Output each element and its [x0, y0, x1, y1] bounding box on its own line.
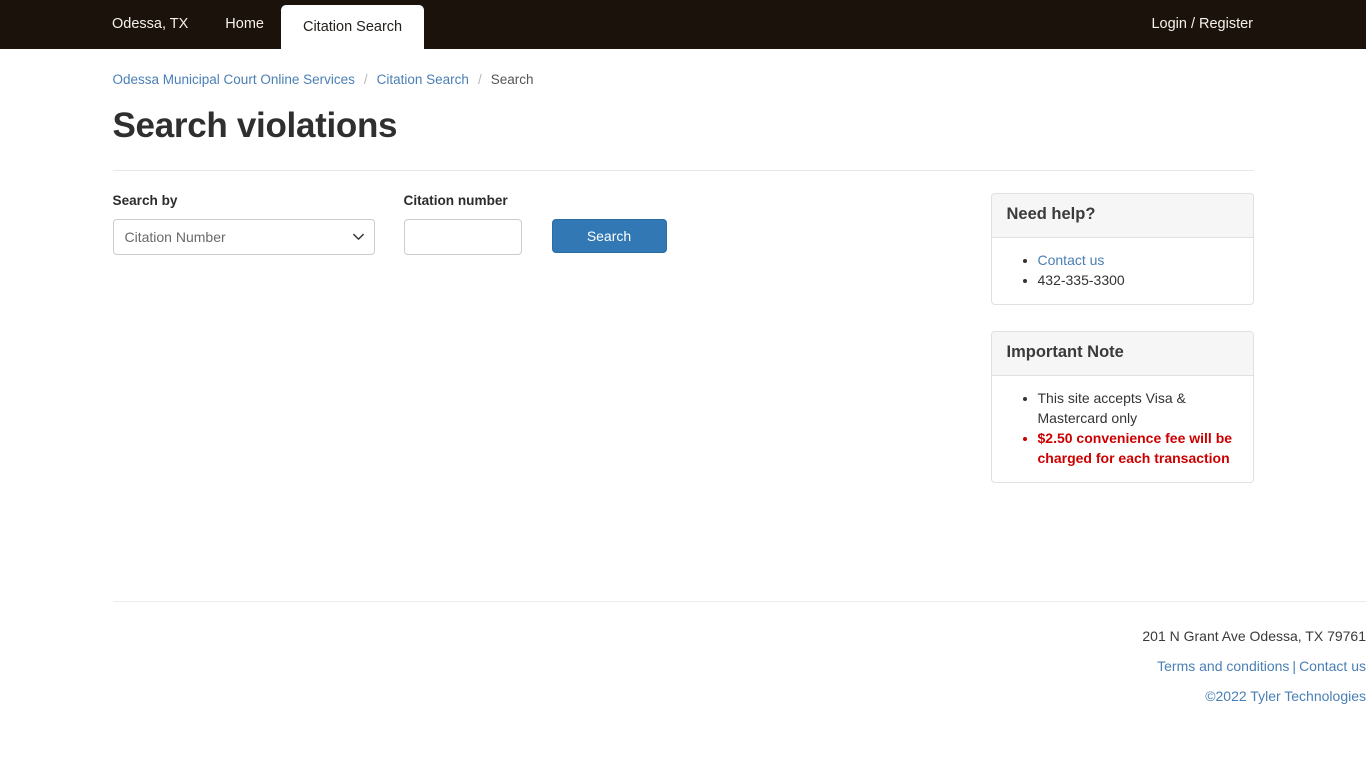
- list-item: This site accepts Visa & Mastercard only: [1038, 388, 1238, 428]
- top-navigation-bar: Odessa, TX Home Citation Search Login / …: [0, 0, 1366, 49]
- breadcrumb-item-citation-search[interactable]: Citation Search: [377, 72, 469, 87]
- need-help-list: Contact us 432-335-3300: [1007, 250, 1238, 290]
- breadcrumb-item-search-current: Search: [490, 72, 534, 87]
- search-form: Search by Citation Number Citation numbe…: [112, 193, 991, 255]
- breadcrumb: Odessa Municipal Court Online Services /…: [113, 49, 1254, 87]
- footer-inner: 201 N Grant Ave Odessa, TX 79761 Terms a…: [225, 621, 1366, 711]
- nav-right-group: Login / Register: [1151, 0, 1253, 49]
- search-by-select-wrap: Citation Number: [112, 218, 375, 255]
- panel-need-help-body: Contact us 432-335-3300: [992, 238, 1253, 304]
- footer-link-divider: |: [1292, 658, 1297, 674]
- page-title: Search violations: [112, 106, 398, 145]
- nav-left-group: Odessa, TX Home Citation Search: [112, 0, 425, 49]
- footer-contact-us-link[interactable]: Contact us: [1299, 658, 1366, 674]
- footer-copyright: ©2022 Tyler Technologies: [1205, 688, 1366, 704]
- sidebar-column: Need help? Contact us 432-335-3300 Impor…: [990, 193, 1254, 509]
- citation-number-label: Citation number: [403, 193, 508, 209]
- panel-need-help-title: Need help?: [1006, 205, 1096, 224]
- panel-important-note-header: Important Note: [991, 332, 1253, 376]
- breadcrumb-item-home-services[interactable]: Odessa Municipal Court Online Services: [113, 72, 355, 87]
- search-by-field-group: Search by Citation Number: [112, 193, 375, 255]
- search-by-label: Search by: [112, 193, 178, 209]
- panel-need-help: Need help? Contact us 432-335-3300: [990, 193, 1254, 306]
- footer-links: Terms and conditions | Contact us: [225, 651, 1366, 681]
- page-footer: 201 N Grant Ave Odessa, TX 79761 Terms a…: [113, 602, 1366, 711]
- terms-and-conditions-link[interactable]: Terms and conditions: [1157, 658, 1289, 674]
- citation-number-field-group: Citation number: [403, 193, 522, 255]
- panel-important-note-title: Important Note: [1006, 343, 1124, 362]
- footer-address: 201 N Grant Ave Odessa, TX 79761: [1142, 628, 1366, 644]
- main-content-row: Search by Citation Number Citation numbe…: [112, 171, 1254, 509]
- nav-brand-odessa-tx[interactable]: Odessa, TX: [112, 0, 208, 49]
- list-item: 432-335-3300: [1038, 270, 1238, 290]
- contact-us-link[interactable]: Contact us: [1038, 252, 1105, 268]
- panel-need-help-header: Need help?: [991, 194, 1253, 239]
- panel-important-note: Important Note This site accepts Visa & …: [990, 331, 1254, 483]
- list-item: Contact us: [1038, 250, 1238, 270]
- nav-item-home[interactable]: Home: [208, 0, 281, 49]
- login-register-link[interactable]: Login / Register: [1151, 0, 1253, 49]
- nav-item-citation-search[interactable]: Citation Search: [280, 5, 425, 49]
- search-by-select[interactable]: Citation Number: [112, 218, 375, 255]
- search-form-column: Search by Citation Number Citation numbe…: [112, 193, 991, 255]
- important-note-list: This site accepts Visa & Mastercard only…: [1007, 388, 1238, 468]
- citation-number-input[interactable]: [403, 218, 522, 255]
- page-container: Odessa Municipal Court Online Services /…: [112, 49, 1366, 704]
- list-item-fee-alert: $2.50 convenience fee will be charged fo…: [1038, 428, 1238, 468]
- breadcrumb-separator: /: [363, 72, 368, 87]
- search-button[interactable]: Search: [551, 219, 667, 254]
- breadcrumb-separator: /: [477, 72, 482, 87]
- panel-important-note-body: This site accepts Visa & Mastercard only…: [992, 376, 1253, 482]
